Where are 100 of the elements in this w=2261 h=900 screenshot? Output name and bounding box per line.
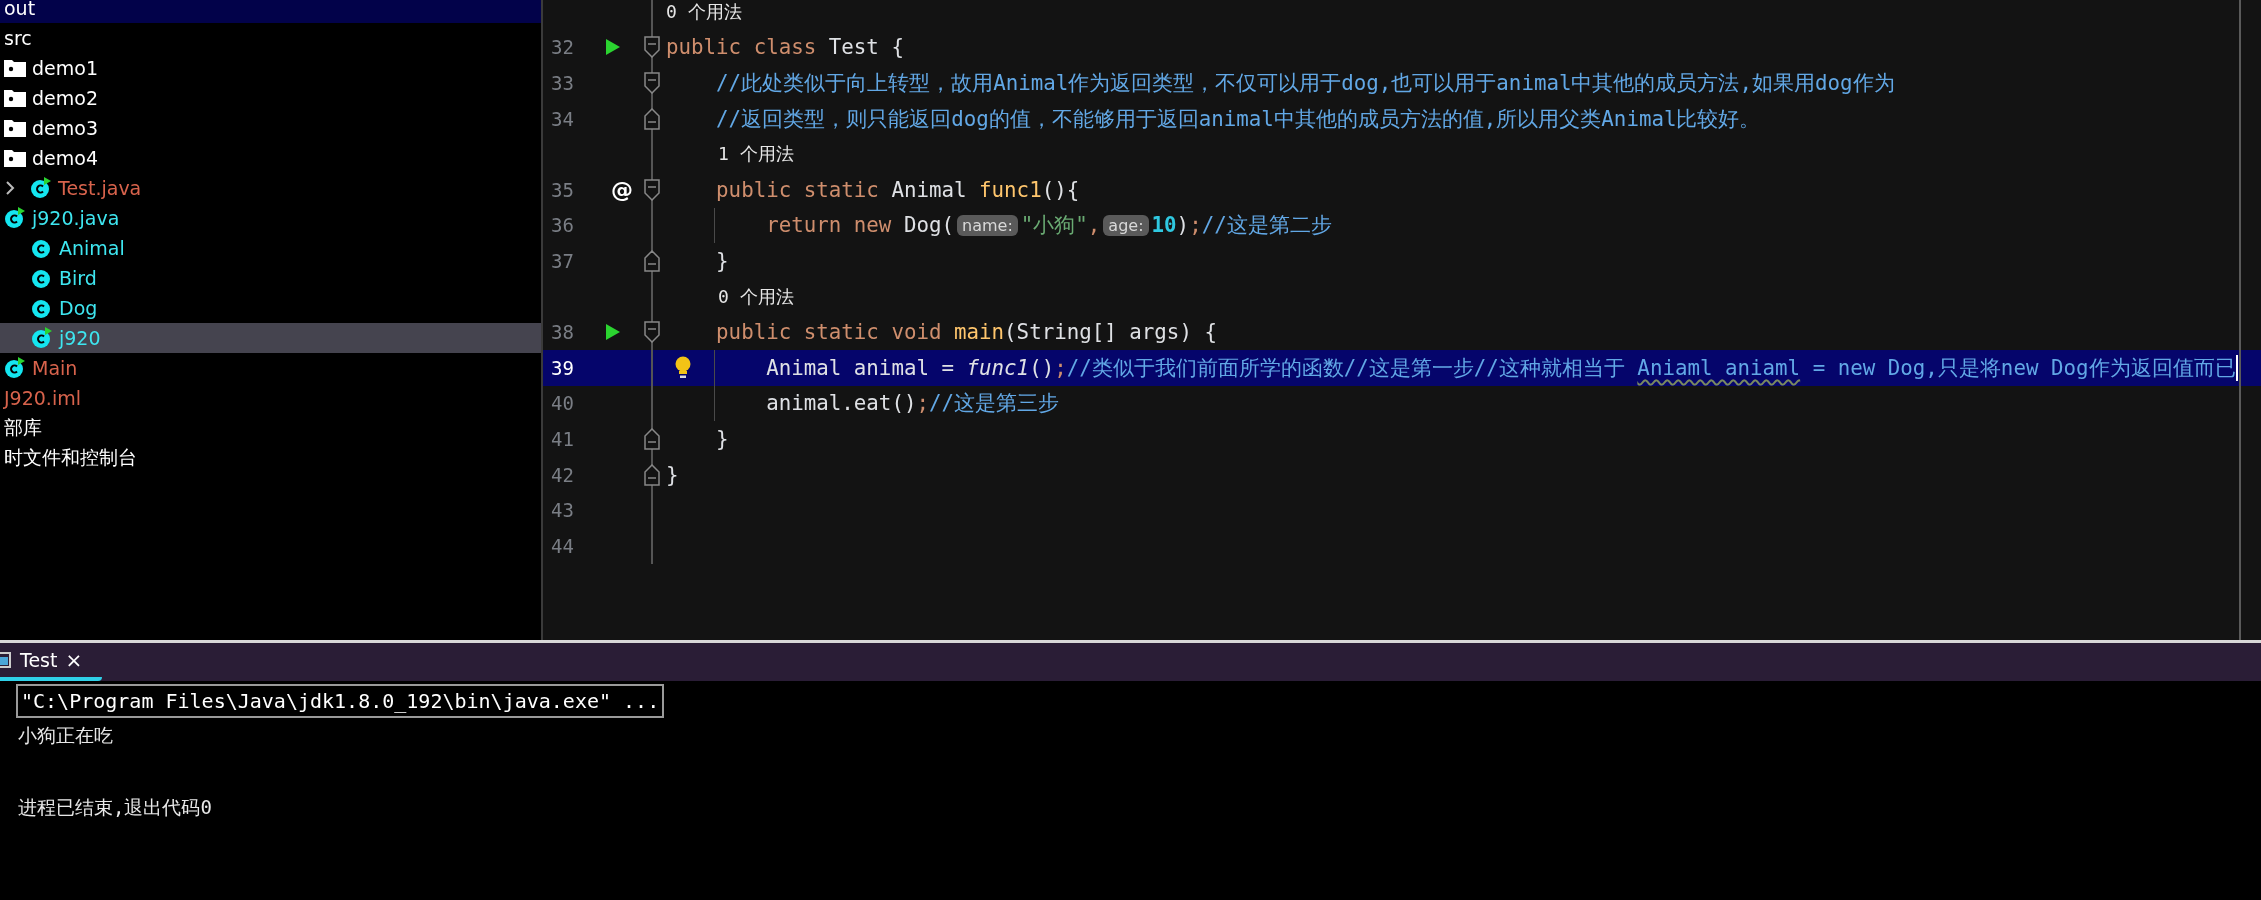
fold-icon[interactable] xyxy=(644,72,660,94)
line-number: 34 xyxy=(550,107,575,130)
tree-item-label: j920 xyxy=(59,327,101,349)
tree-item[interactable]: demo4 xyxy=(0,143,541,173)
line-number: 38 xyxy=(550,321,575,344)
parameter-hint: age: xyxy=(1103,214,1149,236)
tree-item-label: Animal xyxy=(59,237,125,259)
tree-item[interactable]: demo1 xyxy=(0,53,541,83)
code-token: func1 xyxy=(979,177,1042,202)
tree-item[interactable]: j920.java xyxy=(0,203,541,233)
line-number: 44 xyxy=(550,534,575,557)
tree-item[interactable]: 部库 xyxy=(0,413,541,443)
code-token: , xyxy=(1087,213,1101,238)
code-token: //此处类似于向上转型，故用Animal作为返回类型，不仅可以用于dog,也可以用于animal中其他的成员方法,如果用dog作为 xyxy=(716,70,1895,97)
line-number: 41 xyxy=(550,427,575,450)
fold-icon[interactable] xyxy=(644,427,660,450)
code-token: //这是第三步 xyxy=(928,390,1059,418)
folder-icon xyxy=(4,89,26,107)
console-line: 小狗正在吃 xyxy=(18,723,113,748)
tree-item-label: J920.iml xyxy=(4,387,81,409)
tree-item[interactable]: demo2 xyxy=(0,83,541,113)
run-icon[interactable] xyxy=(605,323,621,342)
code-token: 10 xyxy=(1151,213,1177,238)
line-number: 42 xyxy=(550,463,575,486)
code-token: (String[] args) { xyxy=(1004,320,1217,345)
tree-item-label: demo4 xyxy=(32,147,98,169)
usage-hint[interactable]: 0 个用法 xyxy=(666,0,742,24)
code-token: //返回类型，则只能返回dog的值，不能够用于返回animal中其他的成员方法的值,所以用父类Animal比较好。 xyxy=(716,105,1761,133)
code-token: Dog( xyxy=(903,213,954,238)
folder-icon xyxy=(4,149,26,167)
tree-item[interactable]: src xyxy=(0,23,541,53)
fold-icon[interactable] xyxy=(644,178,660,201)
tree-item[interactable]: Dog xyxy=(0,293,541,323)
line-number: 40 xyxy=(550,392,575,415)
tree-item-label: out xyxy=(4,0,36,19)
tree-item-label: src xyxy=(4,27,32,49)
code-token: = new Dog,只是将new Dog作为返回值而已 xyxy=(1811,354,2236,382)
tree-item-label: demo2 xyxy=(32,87,98,109)
line-number: 35 xyxy=(550,178,575,201)
line-number: 36 xyxy=(550,214,575,237)
override-marker[interactable]: @ xyxy=(611,177,633,203)
tree-item-label: j920.java xyxy=(32,207,120,229)
usage-hint[interactable]: 0 个用法 xyxy=(718,284,794,309)
tree-item-label: 时文件和控制台 xyxy=(4,445,137,470)
code-token: } xyxy=(716,426,729,451)
code-token: ; xyxy=(1189,213,1202,238)
code-token: Animal xyxy=(891,177,968,202)
line-number: 39 xyxy=(550,356,575,379)
lightbulb-icon[interactable] xyxy=(674,355,692,380)
tree-item-label: Main xyxy=(32,357,78,379)
code-token: } xyxy=(716,248,729,273)
fold-icon[interactable] xyxy=(644,321,660,344)
code-token: func1 xyxy=(966,355,1030,380)
line-number: 32 xyxy=(550,36,575,59)
tree-item-label: demo1 xyxy=(32,57,98,79)
code-token: public class xyxy=(666,35,818,60)
code-token: public static xyxy=(716,177,880,202)
tree-item-label: Dog xyxy=(59,297,98,319)
tree-item[interactable]: demo3 xyxy=(0,113,541,143)
tree-item[interactable]: out xyxy=(0,0,541,23)
fold-icon[interactable] xyxy=(644,107,660,130)
line-number: 43 xyxy=(550,499,575,522)
tree-item-label: Test.java xyxy=(58,177,142,199)
run-icon[interactable] xyxy=(605,38,621,57)
code-token: (){ xyxy=(1041,177,1080,202)
usage-hint[interactable]: 1 个用法 xyxy=(718,142,794,167)
fold-icon[interactable] xyxy=(644,249,660,272)
tree-item[interactable]: J920.iml xyxy=(0,383,541,413)
code-token: //这是第二步 xyxy=(1201,212,1332,240)
line-number: 33 xyxy=(550,72,575,94)
tree-item[interactable]: Test.java xyxy=(0,173,541,203)
tree-item-label: demo3 xyxy=(32,117,98,139)
tree-item[interactable]: j920 xyxy=(0,323,541,353)
code-token: return new xyxy=(766,213,893,238)
console-icon xyxy=(0,651,12,669)
folder-icon xyxy=(4,119,26,137)
code-token: "小狗" xyxy=(1020,212,1088,240)
tree-item[interactable]: 时文件和控制台 xyxy=(0,443,541,473)
code-token: //类似于我们前面所学的函数//这是第一步//这种就相当于 xyxy=(1066,354,1626,382)
fold-icon[interactable] xyxy=(644,463,660,486)
code-token: animal.eat() xyxy=(766,391,917,416)
code-token: } xyxy=(666,462,679,487)
code-token: public static void xyxy=(716,320,943,345)
code-token: ; xyxy=(916,391,929,416)
code-token: Aniaml aniaml xyxy=(1637,355,1801,380)
tree-item-label: Bird xyxy=(59,267,97,289)
tree-item[interactable]: Main xyxy=(0,353,541,383)
folder-icon xyxy=(4,59,26,77)
fold-icon[interactable] xyxy=(644,36,660,59)
code-token: () xyxy=(1029,355,1055,380)
code-token: ; xyxy=(1054,355,1067,380)
tree-item[interactable]: Bird xyxy=(0,263,541,293)
code-token: ) xyxy=(1176,213,1190,238)
parameter-hint: name: xyxy=(957,214,1018,236)
chevron-icon[interactable] xyxy=(4,179,16,197)
run-tab-label: Test xyxy=(20,649,58,671)
text-cursor xyxy=(2235,354,2238,381)
close-icon[interactable]: × xyxy=(65,648,83,672)
code-token: Animal animal = xyxy=(766,355,955,380)
tree-item[interactable]: Animal xyxy=(0,233,541,263)
